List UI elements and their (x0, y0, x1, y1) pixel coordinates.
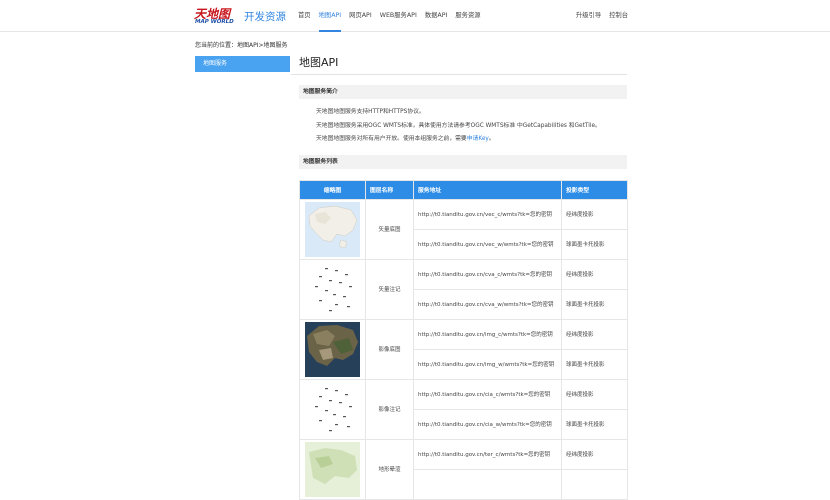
tianditu-logo[interactable]: 天地图 MAP WORLD (194, 5, 236, 27)
service-url-cell: http://t0.tianditu.gov.cn/img_c/wmts?tk=… (413, 318, 562, 350)
title-divider (291, 74, 627, 75)
table-header-row: 缩略图 图层名称 服务地址 投影类型 (299, 179, 628, 200)
intro-line-3-text: 天地图地图服务对所有用户开放。使用本组服务之前，需要 (316, 136, 467, 142)
main-nav: 首页 地图API 网页API WEB服务API 数据API 服务资源 (294, 0, 485, 32)
service-url-cell: http://t0.tianditu.gov.cn/cia_w/wmts?tk=… (413, 408, 562, 440)
intro-line-3-tail: 。 (488, 136, 495, 142)
layer-name-cell: 矢量注记 (365, 258, 414, 320)
layer-name-cell: 影像底图 (365, 318, 414, 380)
nav-item-3[interactable]: WEB服务API (376, 0, 421, 32)
thumbnail-cell (299, 378, 366, 440)
nav-item-4[interactable]: 数据API (421, 0, 452, 32)
intro-line-1: 天地图地图服务支持HTTP和HTTPS协议。 (316, 109, 425, 115)
apply-key-link[interactable]: 申请Key (467, 136, 489, 142)
table-row: 矢量底图 http://t0.tianditu.gov.cn/vec_c/wmts… (299, 198, 628, 260)
projection-cell: 经纬度投影 (561, 378, 628, 410)
layer-name-cell: 矢量底图 (365, 198, 414, 260)
nav-item-0[interactable]: 首页 (294, 0, 315, 32)
thumbnail-cell (299, 258, 366, 320)
thumbnail-cva (305, 261, 360, 317)
nav-right: 升级引导 控制台 (572, 0, 632, 32)
layer-name-cell: 地形晕渲 (365, 438, 414, 500)
thumbnail-cell (299, 198, 366, 260)
site-title[interactable]: 开发资源 (244, 9, 286, 24)
intro-text: 天地图地图服务支持HTTP和HTTPS协议。 天地图地图服务采用OGC WMTS… (299, 106, 627, 147)
thumbnail-ter (305, 441, 360, 497)
thumbnail-cell (299, 438, 366, 500)
logo-en-text: MAP WORLD (195, 19, 234, 25)
projection-cell: 经纬度投影 (561, 258, 628, 290)
thumbnail-cell (299, 318, 366, 380)
table-row: 影像底图 http://t0.tianditu.gov.cn/img_c/wmts… (299, 318, 628, 380)
sidebar-item-map-service[interactable]: 地图服务 (195, 56, 290, 72)
projection-cell: 球面墨卡托投影 (561, 408, 628, 440)
thumbnail-img (305, 321, 360, 377)
col-header-layer: 图层名称 (365, 179, 414, 200)
col-header-thumb: 缩略图 (299, 179, 366, 200)
service-url-cell: http://t0.tianditu.gov.cn/vec_w/wmts?tk=… (413, 228, 562, 260)
service-url-cell: http://t0.tianditu.gov.cn/ter_c/wmts?tk=… (413, 438, 562, 470)
list-section-heading: 地图服务列表 (299, 154, 627, 169)
thumbnail-vec (305, 201, 360, 257)
projection-cell: 经纬度投影 (561, 198, 628, 230)
projection-cell: 经纬度投影 (561, 438, 628, 470)
intro-line-3: 天地图地图服务对所有用户开放。使用本组服务之前，需要申请Key。 (316, 133, 627, 147)
sidebar: 地图服务 (195, 56, 290, 72)
layer-name-cell: 影像注记 (365, 378, 414, 440)
table-row: 矢量注记 http://t0.tianditu.gov.cn/cva_c/wmts… (299, 258, 628, 320)
projection-cell: 球面墨卡托投影 (561, 348, 628, 380)
projection-cell: 球面墨卡托投影 (561, 288, 628, 320)
service-table: 缩略图 图层名称 服务地址 投影类型 矢量底图 http://t0.tiandit… (299, 179, 628, 500)
thumbnail-cia (305, 381, 360, 437)
nav-item-5[interactable]: 服务资源 (451, 0, 484, 32)
breadcrumb: 您当前的位置：地图API>地图服务 (195, 42, 288, 49)
page-title: 地图API (299, 56, 339, 69)
nav-item-1[interactable]: 地图API (315, 0, 346, 32)
service-url-cell: http://t0.tianditu.gov.cn/img_w/wmts?tk=… (413, 348, 562, 380)
service-url-cell: http://t0.tianditu.gov.cn/cva_c/wmts?tk=… (413, 258, 562, 290)
top-header: 天地图 MAP WORLD 开发资源 首页 地图API 网页API WEB服务API 数… (0, 0, 830, 32)
nav-item-2[interactable]: 网页API (345, 0, 376, 32)
nav-right-item-1[interactable]: 控制台 (605, 0, 632, 32)
intro-section-heading: 地图服务简介 (299, 85, 627, 99)
service-url-cell (413, 468, 562, 500)
service-url-cell: http://t0.tianditu.gov.cn/cia_c/wmts?tk=… (413, 378, 562, 410)
col-header-url: 服务地址 (413, 179, 562, 200)
projection-cell: 经纬度投影 (561, 318, 628, 350)
nav-right-item-0[interactable]: 升级引导 (572, 0, 605, 32)
service-url-cell: http://t0.tianditu.gov.cn/cva_w/wmts?tk=… (413, 288, 562, 320)
main-content: 地图API 地图服务简介 天地图地图服务支持HTTP和HTTPS协议。 天地图地… (291, 54, 628, 500)
projection-cell: 球面墨卡托投影 (561, 228, 628, 260)
projection-cell (561, 468, 628, 500)
intro-line-2: 天地图地图服务采用OGC WMTS标准，具体使用方法请参考OGC WMTS标准 … (316, 122, 601, 129)
service-url-cell: http://t0.tianditu.gov.cn/vec_c/wmts?tk=… (413, 198, 562, 230)
table-row: 地形晕渲 http://t0.tianditu.gov.cn/ter_c/wmts… (299, 438, 628, 500)
table-row: 影像注记 http://t0.tianditu.gov.cn/cia_c/wmts… (299, 378, 628, 440)
col-header-proj: 投影类型 (561, 179, 628, 200)
